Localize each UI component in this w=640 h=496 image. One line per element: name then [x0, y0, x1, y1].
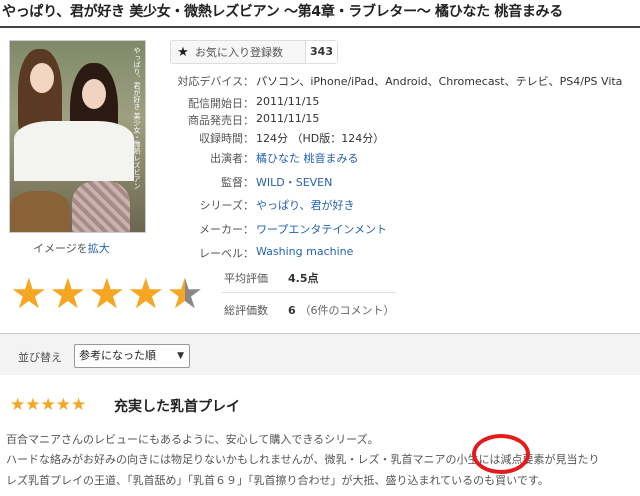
rating-count-note: （6件のコメント）	[299, 304, 395, 317]
rating-count-label: 総評価数	[224, 304, 268, 317]
spec-label-sale-date: 商品発売日：	[188, 114, 254, 127]
spec-value-director[interactable]: WILD・SEVEN	[256, 174, 332, 190]
rating-star-icon: ★	[88, 269, 126, 318]
spec-label-series: シリーズ：	[199, 199, 254, 212]
spec-value-performers[interactable]: 橘ひなた 桃音まみる	[256, 150, 359, 166]
favorite-count: 343	[305, 41, 337, 63]
spec-label-performers: 出演者：	[210, 152, 254, 165]
average-rating-stars: ★ ★ ★ ★ ★	[10, 272, 210, 316]
spec-value-maker[interactable]: ワープエンタテインメント	[256, 221, 387, 237]
star-icon: ★	[177, 44, 189, 60]
cover-bench	[10, 191, 70, 232]
review-stars: ★★★★★	[10, 395, 87, 415]
cover-uniform	[14, 121, 134, 181]
enlarge-image-link[interactable]: イメージを拡大	[33, 240, 110, 256]
title-divider	[0, 26, 640, 28]
cover-image[interactable]: やっぱり、君が好き 美少女・微熱レズビアン	[9, 40, 146, 233]
review-line: 百合マニアさんのレビューにもあるように、安心して購入できるシリーズ。	[6, 433, 379, 446]
cover-title-text: やっぱり、君が好き 美少女・微熱レズビアン	[133, 47, 141, 190]
review-line: レズ乳首プレイの王道、「乳首舐め」「乳首６９」「乳首擦り合わせ」が大抵、盛り込ま…	[6, 474, 549, 487]
rating-star-icon: ★	[127, 269, 165, 318]
spec-label-duration: 収録時間：	[199, 132, 254, 145]
sort-select[interactable]: 参考になった順 ▼	[74, 344, 190, 368]
annotation-circle	[472, 434, 530, 474]
enlarge-prefix: イメージを	[33, 242, 88, 255]
rating-count-value: 6	[288, 304, 296, 317]
sort-selected-value: 参考になった順	[79, 349, 156, 362]
spec-label-devices: 対応デバイス：	[177, 75, 254, 88]
cover-face-right	[82, 79, 106, 109]
spec-value-duration: 124分 （HD版：124分）	[256, 132, 385, 145]
average-rating-value: 4.5点	[288, 272, 319, 285]
page-title: やっぱり、君が好き 美少女・微熱レズビアン 〜第4章・ラブレター〜 橘ひなた 桃…	[2, 4, 563, 20]
rating-half-star-icon: ★	[166, 269, 204, 318]
favorite-count-box[interactable]: ★ お気に入り登録数 343	[170, 40, 338, 64]
rating-star-icon: ★	[49, 269, 87, 318]
rating-star-icon: ★	[10, 269, 48, 318]
spec-label-director: 監督：	[221, 176, 254, 189]
sort-label: 並び替え	[18, 351, 62, 364]
enlarge-label[interactable]: 拡大	[88, 242, 110, 255]
spec-value-series[interactable]: やっぱり、君が好き	[256, 197, 355, 213]
spec-value-release-date: 2011/11/15	[256, 95, 320, 108]
review-title: 充実した乳首プレイ	[114, 399, 240, 415]
spec-value-label[interactable]: Washing machine	[256, 245, 353, 258]
rating-divider	[222, 292, 396, 293]
cover-skirt	[72, 181, 130, 232]
spec-value-sale-date: 2011/11/15	[256, 112, 320, 125]
spec-label-release-date: 配信開始日：	[188, 97, 254, 110]
spec-value-devices: パソコン、iPhone/iPad、Android、Chromecast、テレビ、…	[256, 75, 623, 88]
spec-label-label: レーベル：	[199, 247, 254, 260]
average-rating-label: 平均評価	[224, 272, 268, 285]
rating-count: 6 （6件のコメント）	[288, 302, 395, 318]
caret-down-icon: ▼	[177, 351, 184, 361]
cover-face-left	[30, 63, 54, 93]
favorite-label: お気に入り登録数	[195, 46, 283, 59]
spec-label-maker: メーカー：	[199, 223, 254, 236]
